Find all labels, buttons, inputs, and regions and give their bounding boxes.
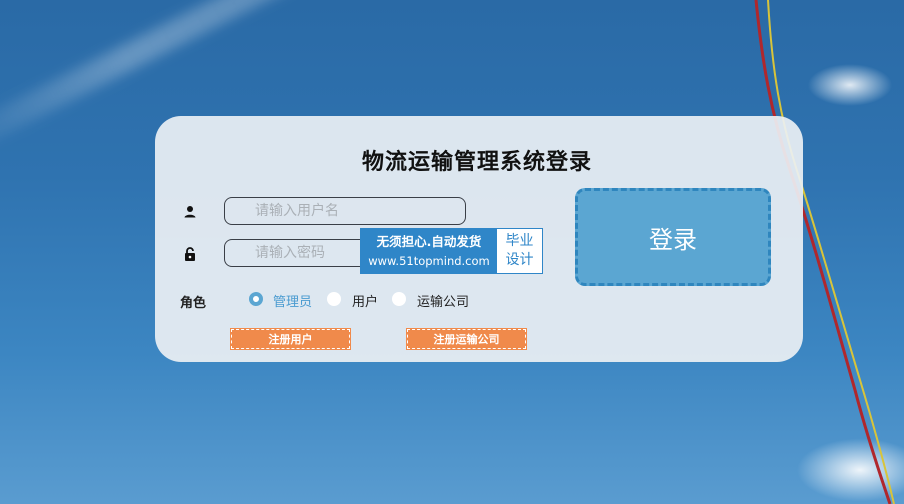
username-input[interactable]: [224, 197, 466, 225]
register-user-button[interactable]: 注册用户: [230, 328, 351, 350]
role-radio-user[interactable]: [327, 292, 341, 306]
role-label: 角色: [180, 296, 207, 311]
watermark-slogan: 无须担心.自动发货: [376, 234, 482, 249]
role-option-company-label[interactable]: 运输公司: [417, 291, 469, 310]
watermark-text: 无须担心.自动发货 www.51topmind.com: [361, 229, 497, 273]
watermark-url: www.51topmind.com: [368, 254, 490, 268]
role-radio-admin[interactable]: [249, 292, 263, 306]
user-icon: [184, 206, 196, 218]
page-title: 物流运输管理系统登录: [362, 150, 593, 175]
watermark-banner[interactable]: 无须担心.自动发货 www.51topmind.com 毕业 设计: [360, 228, 543, 274]
role-radio-company[interactable]: [392, 292, 406, 306]
login-button[interactable]: 登录: [575, 188, 771, 286]
watermark-badge-line1: 毕业: [505, 233, 534, 249]
role-option-user-label[interactable]: 用户: [352, 291, 378, 310]
watermark-badge-line2: 设计: [505, 252, 534, 268]
lock-icon: [185, 247, 195, 261]
watermark-badge: 毕业 设计: [497, 229, 542, 273]
role-option-admin-label[interactable]: 管理员: [273, 291, 312, 310]
register-company-button[interactable]: 注册运输公司: [406, 328, 527, 350]
